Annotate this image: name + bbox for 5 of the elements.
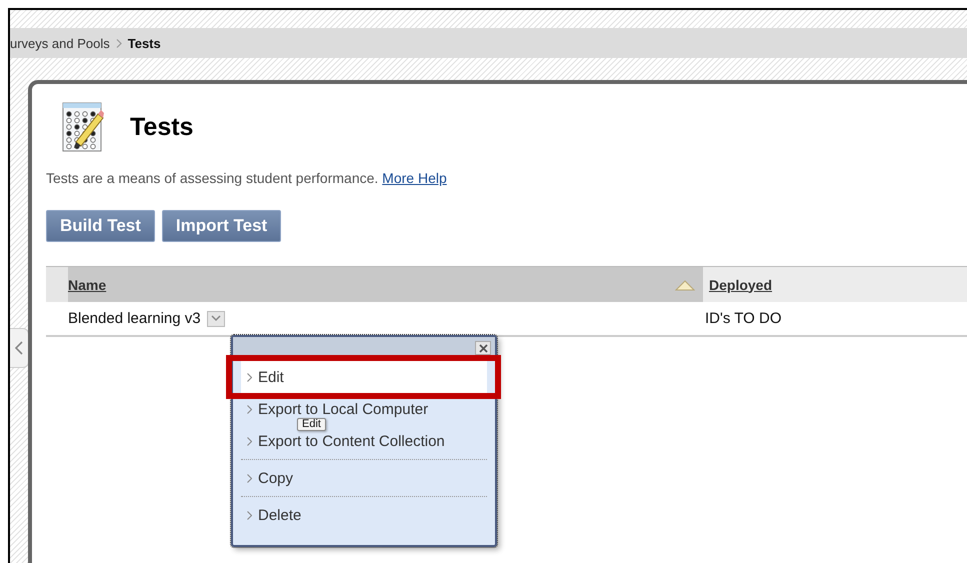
table-cell: Blended learning v3	[68, 310, 201, 327]
tooltip: Edit	[297, 418, 326, 431]
table-cell-text: ID's TO DO	[704, 310, 782, 327]
page-description: Tests are a means of assessing student performance. More Help	[46, 170, 448, 186]
page-title: Tests	[130, 112, 194, 142]
